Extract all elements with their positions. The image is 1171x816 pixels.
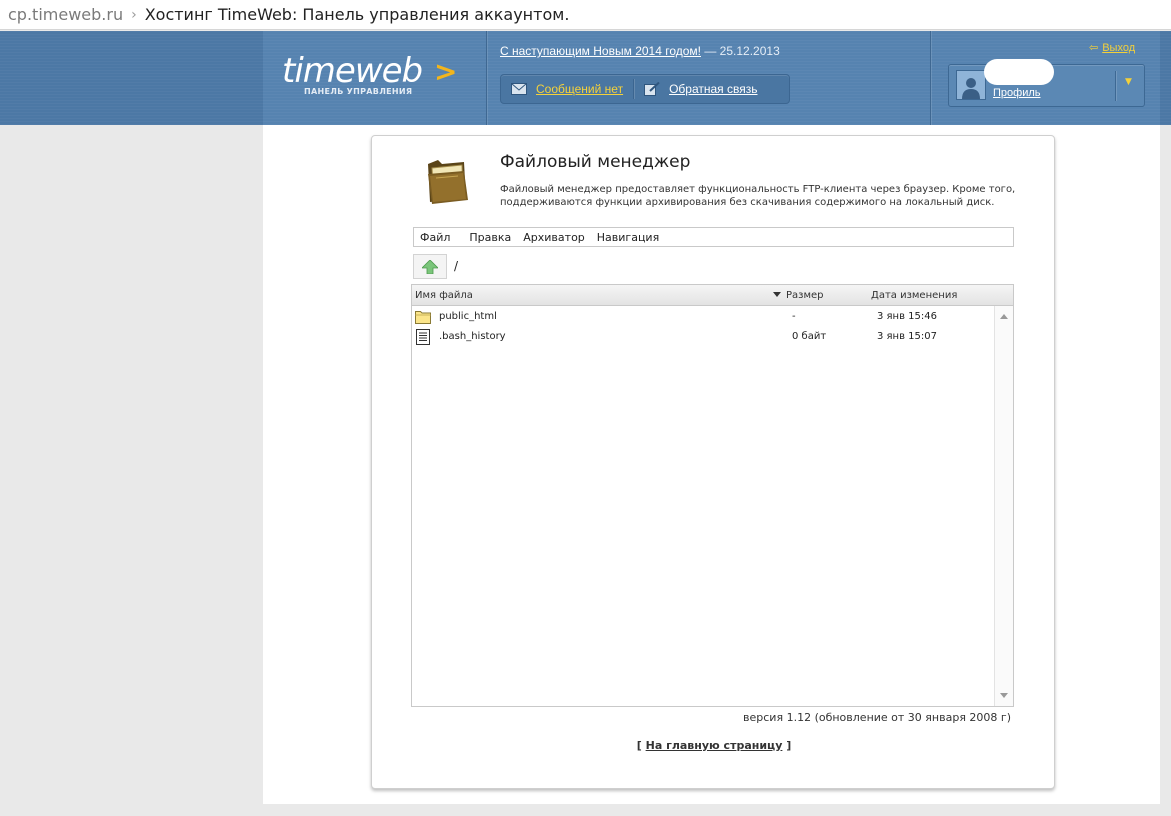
column-header-name[interactable]: Имя файла [415, 290, 473, 301]
file-manager-card: Файловый менеджер Файловый менеджер пред… [371, 135, 1055, 789]
header-inner: timeweb > ПАНЕЛЬ УПРАВЛЕНИЯ С наступающи… [263, 31, 1160, 125]
logout-link[interactable]: ⇦ Выход [1089, 41, 1136, 55]
menu-bar: Файл Правка Архиватор Навигация [413, 227, 1014, 247]
menu-item-archiver[interactable]: Архиватор [517, 231, 591, 244]
header-divider [930, 31, 931, 125]
news-line: С наступающим Новым 2014 годом! — 25.12.… [500, 44, 780, 58]
logout-label: Выход [1102, 41, 1136, 54]
news-link[interactable]: С наступающим Новым 2014 годом! [500, 44, 701, 58]
file-list-header: Имя файла Размер Дата изменения [412, 285, 1013, 306]
text-file-icon [416, 329, 430, 345]
logout-icon: ⇦ [1089, 42, 1099, 54]
file-size: 0 байт [792, 331, 827, 342]
scroll-down-icon[interactable] [1000, 693, 1008, 698]
envelope-icon [511, 83, 527, 95]
folder-icon [415, 311, 431, 324]
table-row[interactable]: public_html - 3 янв 15:46 [412, 307, 994, 327]
redacted-username [984, 59, 1054, 85]
up-directory-button[interactable] [413, 254, 447, 279]
home-link-bracket-close: ] [786, 739, 792, 752]
table-row[interactable]: .bash_history 0 байт 3 янв 15:07 [412, 327, 994, 347]
logo-chevron-icon: > [434, 55, 458, 88]
edit-icon [644, 82, 660, 96]
file-name: .bash_history [439, 331, 506, 342]
news-date: — 25.12.2013 [704, 44, 780, 58]
folder-icon [428, 160, 468, 204]
logo-text: timeweb [282, 51, 423, 91]
profile-link[interactable]: Профиль [993, 87, 1041, 99]
avatar [956, 70, 986, 100]
logo-subtitle: ПАНЕЛЬ УПРАВЛЕНИЯ [304, 87, 413, 96]
column-header-size[interactable]: Размер [786, 290, 824, 301]
page-description: Файловый менеджер предоставляет функцион… [500, 184, 1016, 208]
file-date: 3 янв 15:07 [877, 331, 937, 342]
messages-link[interactable]: Сообщений нет [536, 82, 623, 96]
home-link-bracket-open: [ [636, 739, 642, 752]
page-title: Файловый менеджер [500, 152, 691, 172]
menu-item-edit[interactable]: Правка [463, 231, 517, 244]
arrow-up-icon [422, 259, 438, 274]
browser-page-title: Хостинг TimeWeb: Панель управления аккау… [144, 5, 570, 24]
breadcrumb-separator: › [131, 6, 137, 23]
sort-desc-icon [773, 292, 781, 297]
feedback-link[interactable]: Обратная связь [669, 82, 757, 96]
column-header-date[interactable]: Дата изменения [871, 290, 957, 301]
browser-domain: cp.timeweb.ru [8, 5, 124, 24]
messages-item[interactable]: Сообщений нет [501, 75, 633, 103]
file-list: Имя файла Размер Дата изменения public_h… [411, 284, 1014, 707]
messages-bar: Сообщений нет Обратная связь [500, 74, 790, 104]
site-header: timeweb > ПАНЕЛЬ УПРАВЛЕНИЯ С наступающи… [0, 31, 1171, 125]
file-date: 3 янв 15:46 [877, 311, 937, 322]
file-size: - [792, 311, 796, 322]
menu-item-file[interactable]: Файл [414, 231, 456, 244]
vertical-scrollbar[interactable] [994, 306, 1013, 706]
profile-divider [1115, 71, 1116, 101]
profile-box[interactable]: Профиль ▼ [948, 59, 1145, 107]
timeweb-logo[interactable]: timeweb > ПАНЕЛЬ УПРАВЛЕНИЯ [282, 51, 457, 96]
home-link-line: [ На главную страницу ] [372, 739, 1056, 752]
user-icon [962, 78, 980, 99]
header-divider [486, 31, 487, 125]
current-path: / [454, 259, 459, 273]
chevron-down-icon[interactable]: ▼ [1125, 77, 1132, 87]
browser-title-bar: cp.timeweb.ru › Хостинг TimeWeb: Панель … [0, 0, 1171, 30]
home-link[interactable]: На главную страницу [646, 739, 783, 752]
menu-item-navigation[interactable]: Навигация [591, 231, 665, 244]
scroll-up-icon[interactable] [1000, 314, 1008, 319]
file-name: public_html [439, 311, 497, 322]
version-info: версия 1.12 (обновление от 30 января 200… [743, 711, 1011, 724]
feedback-item[interactable]: Обратная связь [634, 75, 767, 103]
